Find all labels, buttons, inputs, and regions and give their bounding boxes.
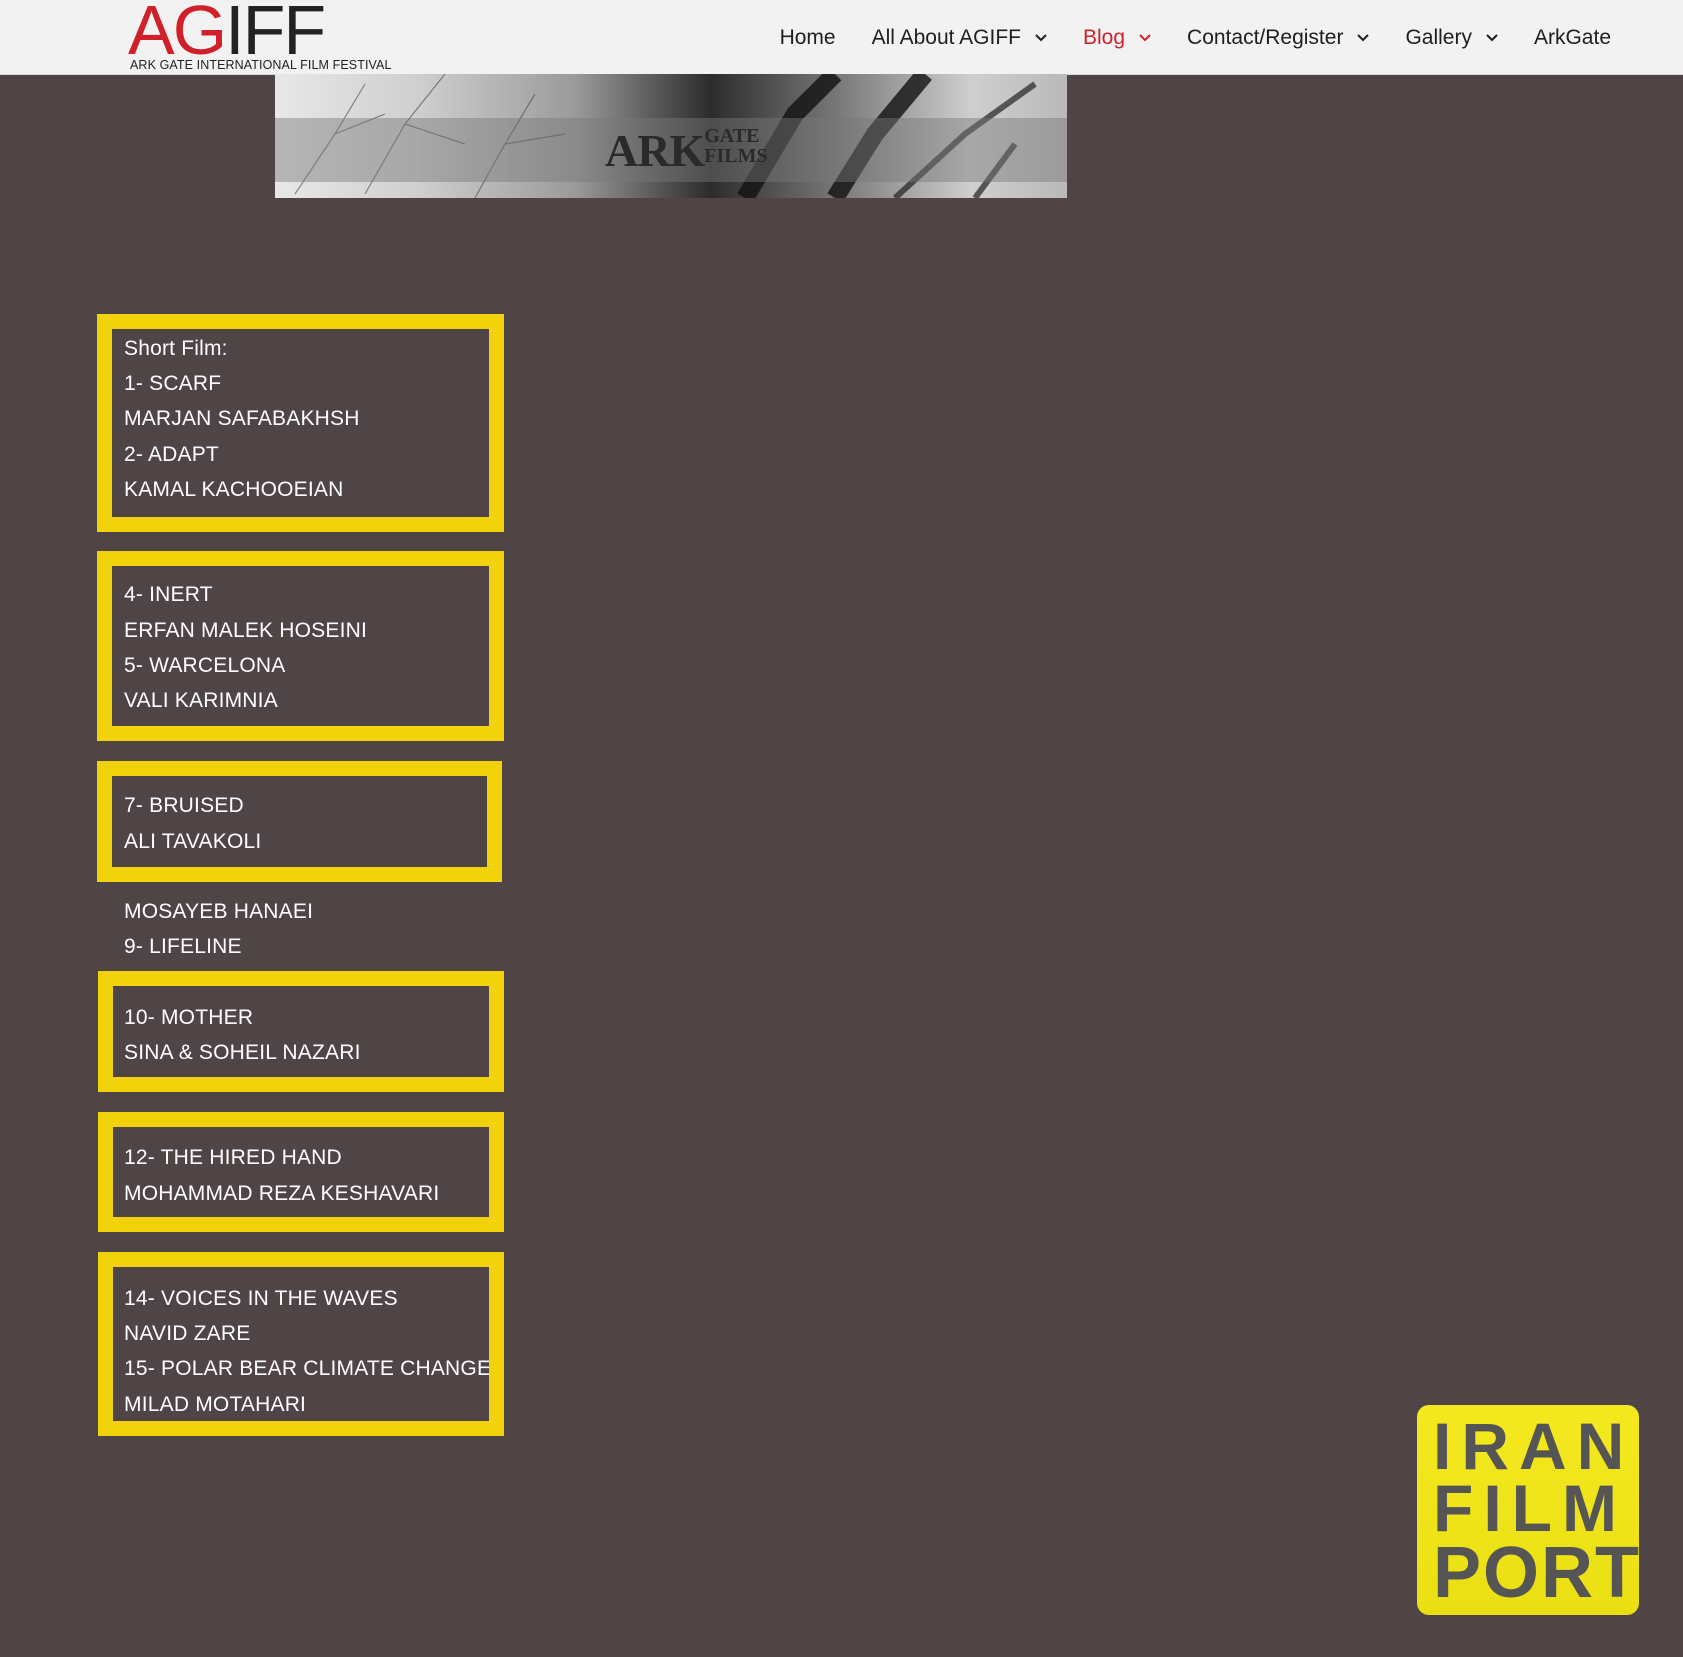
list-item: SINA & SOHEIL NAZARI xyxy=(124,1040,361,1064)
list-item xyxy=(124,1246,491,1281)
list-item: NAVID ZARE xyxy=(124,1322,251,1346)
nav-item-label: All About AGIFF xyxy=(871,26,1021,49)
list-item xyxy=(124,1070,491,1105)
list-item xyxy=(124,507,491,542)
list-item: ERFAN MALEK HOSEINI xyxy=(124,618,368,642)
list-item: MARJAN SAFABAKHSH xyxy=(124,407,360,431)
list-item: 15- POLAR BEAR CLIMATE CHANGE xyxy=(124,1357,492,1381)
nav-item-arkgate[interactable]: ArkGate xyxy=(1534,22,1611,54)
list-item xyxy=(124,753,491,788)
list-item: 10- MOTHER xyxy=(124,1005,254,1029)
watermark-line: FILM xyxy=(1433,1471,1627,1545)
list-item: 9- LIFELINE xyxy=(124,935,242,959)
list-heading: Short Film: xyxy=(124,337,228,360)
logo-subtitle: ARK GATE INTERNATIONAL FILM FESTIVAL xyxy=(130,58,392,72)
nav-item-blog[interactable]: Blog xyxy=(1083,22,1151,54)
iran-film-port-logo: IRAN FILM PORT xyxy=(1417,1405,1639,1615)
list-item: MOHAMMAD REZA KESHAVARI xyxy=(124,1181,440,1205)
watermark-line: IRAN xyxy=(1433,1409,1635,1483)
list-item: 14- VOICES IN THE WAVES xyxy=(124,1287,398,1311)
list-item xyxy=(124,1211,491,1246)
nav-item-gallery[interactable]: Gallery xyxy=(1405,22,1498,54)
nav-item-label: Contact/Register xyxy=(1187,26,1344,49)
list-item: MILAD MOTAHARI xyxy=(124,1392,307,1416)
list-item xyxy=(124,859,491,894)
list-item xyxy=(124,718,491,753)
chevron-down-icon xyxy=(1357,34,1370,42)
nav-item-label: Gallery xyxy=(1405,26,1472,49)
list-item xyxy=(124,542,491,577)
nav-item-label: Blog xyxy=(1083,26,1126,49)
list-item: 1- SCARF xyxy=(124,372,222,396)
nav-item-contact-register[interactable]: Contact/Register xyxy=(1187,22,1370,54)
list-item: 2- ADAPT xyxy=(124,442,219,466)
chevron-down-icon xyxy=(1035,34,1047,42)
list-item: 12- THE HIRED HAND xyxy=(124,1146,342,1170)
nav-item-home[interactable]: Home xyxy=(780,22,836,54)
chevron-down-icon xyxy=(1139,34,1151,42)
short-film-list: Short Film: 1- SCARF MARJAN SAFABAKHSH 2… xyxy=(124,331,491,1422)
nav-item-all-about-agiff[interactable]: All About AGIFF xyxy=(872,22,1047,54)
banner-watermark-text: ARKGATE FILMS xyxy=(605,125,768,176)
list-item: 7- BRUISED xyxy=(124,794,244,818)
list-item: 5- WARCELONA xyxy=(124,653,286,677)
site-logo[interactable]: AGIFF ARK GATE INTERNATIONAL FILM FESTIV… xyxy=(128,0,391,74)
list-item: ALI TAVAKOLI xyxy=(124,829,262,853)
list-item: 4- INERT xyxy=(124,583,213,607)
banner-image: ARKGATE FILMS xyxy=(275,74,1067,198)
list-item xyxy=(124,964,491,999)
list-item: MOSAYEB HANAEI xyxy=(124,900,314,923)
nav-item-label: Home xyxy=(779,26,836,49)
chevron-down-icon xyxy=(1486,34,1498,42)
list-item: VALI KARIMNIA xyxy=(124,688,278,712)
list-item: KAMAL KACHOOEIAN xyxy=(124,477,344,501)
site-header: AGIFF ARK GATE INTERNATIONAL FILM FESTIV… xyxy=(0,0,1683,75)
main-nav: Home All About AGIFF Blog Contact/Regist… xyxy=(780,22,1611,54)
list-item xyxy=(124,1105,491,1140)
watermark-line: PORT xyxy=(1433,1533,1639,1613)
nav-item-label: ArkGate xyxy=(1533,26,1611,49)
